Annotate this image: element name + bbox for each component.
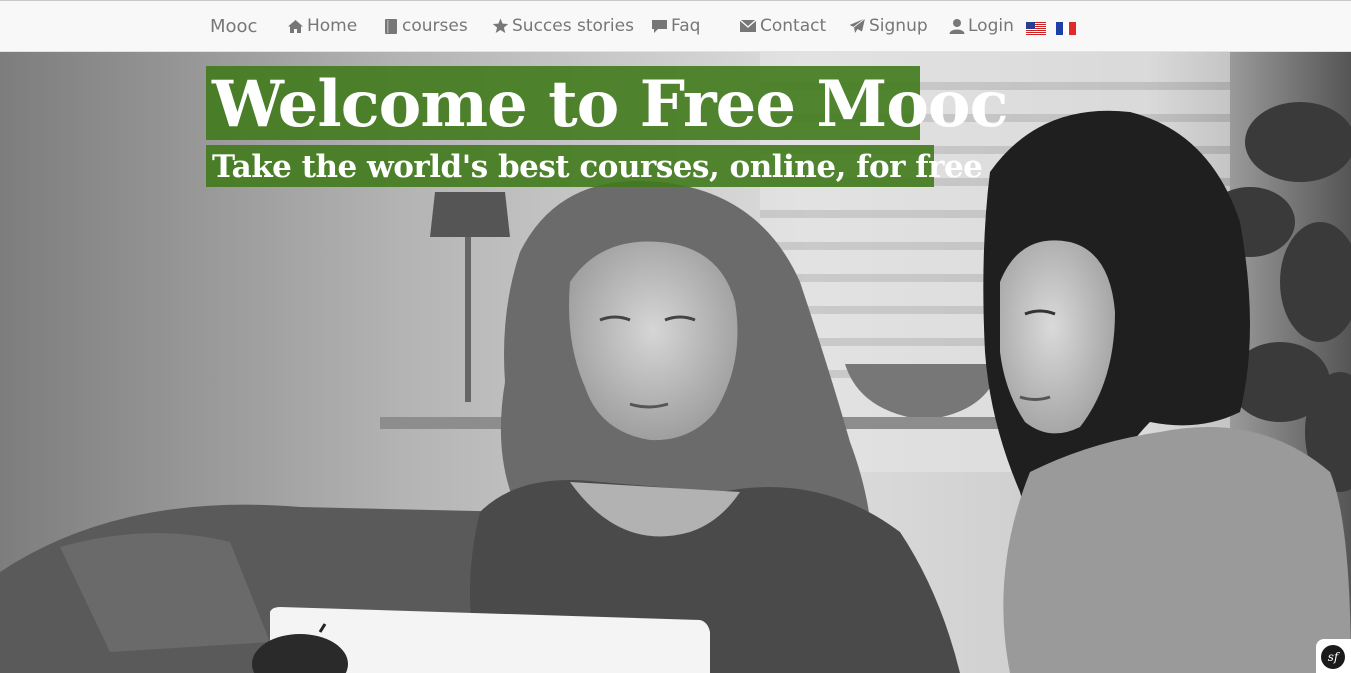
nav-item-faq[interactable]: Faq <box>651 16 700 36</box>
nav-item-label: Login <box>968 16 1014 36</box>
navbar-inner: Mooc Home courses Succes stories Faq Con… <box>0 1 1351 53</box>
nav-item-label: Faq <box>671 16 701 36</box>
user-icon <box>949 18 965 34</box>
nav-item-success-stories[interactable]: Succes stories <box>492 16 634 36</box>
book-icon <box>384 18 399 35</box>
nav-item-label: Succes stories <box>512 16 634 36</box>
brand-link[interactable]: Mooc <box>210 16 257 37</box>
symfony-icon: sf <box>1321 645 1345 669</box>
nav-item-label: courses <box>402 16 468 36</box>
top-navbar: Mooc Home courses Succes stories Faq Con… <box>0 0 1351 52</box>
star-icon <box>492 18 509 34</box>
home-icon <box>287 19 304 34</box>
nav-item-home[interactable]: Home <box>287 16 357 36</box>
nav-item-courses[interactable]: courses <box>384 16 468 36</box>
nav-item-label: Signup <box>869 16 928 36</box>
fr-flag-icon[interactable] <box>1056 22 1076 35</box>
nav-item-label: Home <box>307 16 358 36</box>
hero-subheadline: Take the world's best courses, online, f… <box>212 149 983 185</box>
nav-item-signup[interactable]: Signup <box>849 16 928 36</box>
comment-icon <box>651 19 668 34</box>
hero-headline: Welcome to Free Mooc <box>212 67 1009 142</box>
send-icon <box>849 18 866 34</box>
nav-item-login[interactable]: Login <box>949 16 1014 36</box>
nav-item-contact[interactable]: Contact <box>739 16 826 36</box>
us-flag-icon[interactable] <box>1026 22 1046 35</box>
symfony-toolbar-toggle[interactable]: sf <box>1316 639 1351 673</box>
nav-item-label: Contact <box>760 16 827 36</box>
envelope-icon <box>739 19 757 33</box>
